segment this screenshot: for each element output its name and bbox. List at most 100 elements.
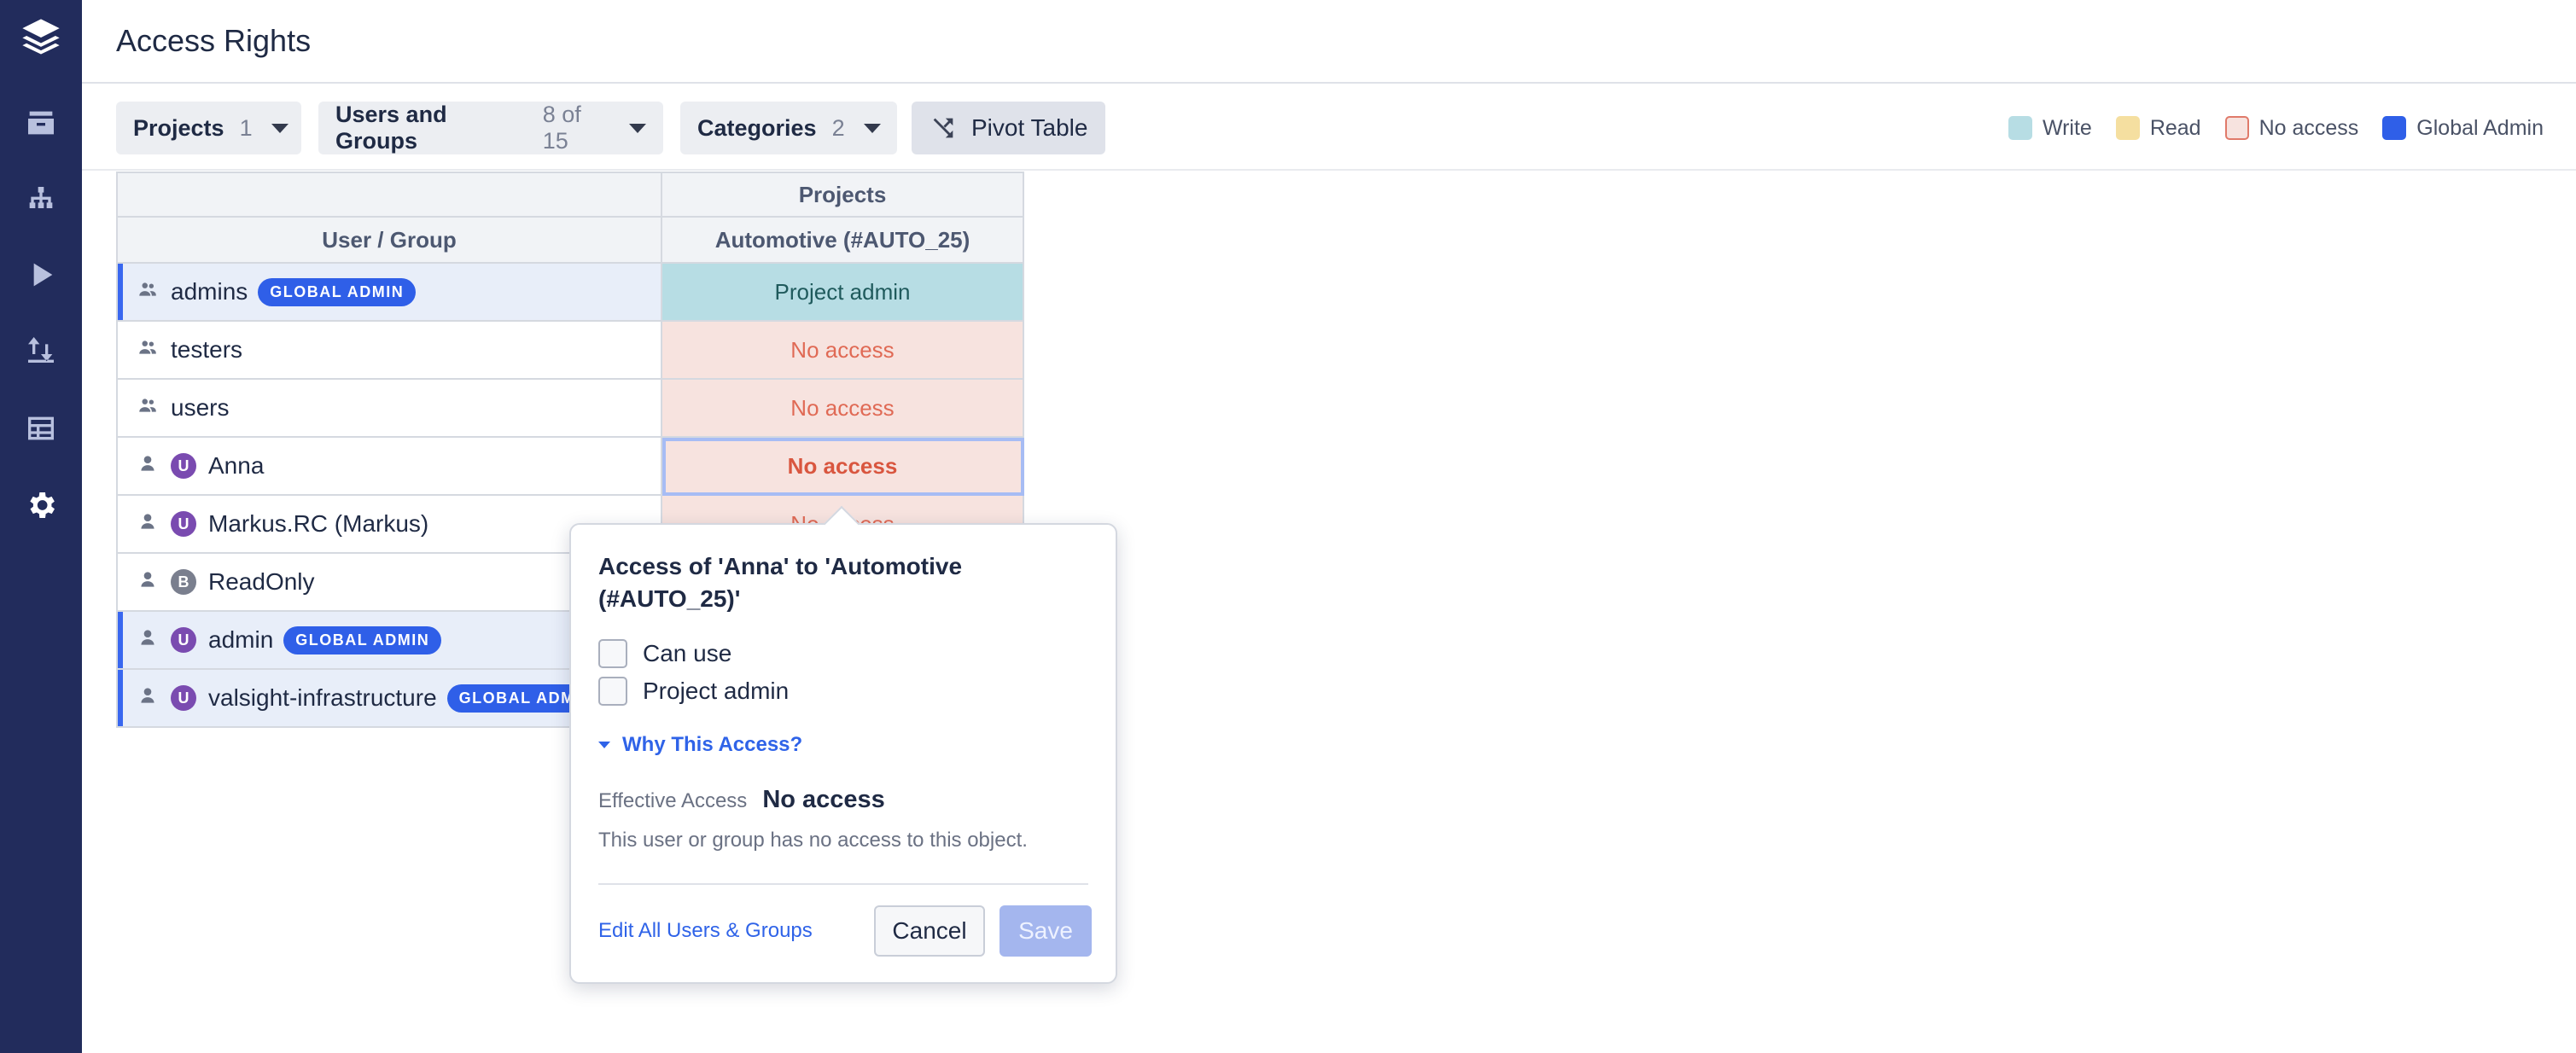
global-admin-badge: GLOBAL ADMIN bbox=[258, 277, 417, 306]
shuffle-icon bbox=[933, 118, 953, 138]
table-header-spacer bbox=[116, 172, 662, 218]
access-cell[interactable]: No access bbox=[662, 322, 1024, 380]
project-admin-checkbox[interactable] bbox=[598, 677, 627, 706]
hierarchy-icon bbox=[29, 187, 53, 208]
sidebar bbox=[0, 0, 82, 1053]
table-group-header: Projects bbox=[662, 172, 1024, 218]
pivot-label: Pivot Table bbox=[971, 114, 1088, 141]
option-can-use[interactable]: Can use bbox=[598, 639, 731, 668]
chevron-down-icon bbox=[629, 123, 646, 133]
pivot-table-button[interactable]: Pivot Table bbox=[912, 102, 1105, 154]
nav-table[interactable] bbox=[0, 391, 82, 466]
app-logo[interactable] bbox=[0, 0, 82, 75]
popover-title: Access of 'Anna' to 'Automotive (#AUTO_2… bbox=[598, 553, 963, 612]
transfer-icon bbox=[28, 337, 54, 363]
why-this-access-toggle[interactable]: Why This Access? bbox=[598, 733, 802, 757]
row-name: Markus.RC (Markus) bbox=[208, 510, 429, 537]
effective-access-value: No access bbox=[762, 786, 885, 813]
user-icon bbox=[137, 510, 159, 538]
table-row[interactable]: U Anna bbox=[116, 438, 662, 496]
effective-access-description: This user or group has no access to this… bbox=[598, 829, 1028, 852]
legend-swatch bbox=[2382, 116, 2407, 140]
table-icon bbox=[28, 416, 54, 440]
legend-item-global-admin: Global Admin bbox=[2382, 116, 2544, 141]
group-icon bbox=[137, 278, 159, 306]
access-cell[interactable]: No access bbox=[662, 380, 1024, 438]
option-label: Project admin bbox=[643, 678, 790, 704]
column-header-project[interactable]: Automotive (#AUTO_25) bbox=[662, 218, 1024, 264]
nav-run[interactable] bbox=[0, 237, 82, 312]
filter-label: Projects bbox=[133, 114, 224, 141]
can-use-checkbox[interactable] bbox=[598, 639, 627, 668]
filter-count: 1 bbox=[239, 114, 253, 141]
user-icon bbox=[137, 626, 159, 654]
access-popover: Access of 'Anna' to 'Automotive (#AUTO_2… bbox=[569, 505, 1117, 984]
layers-logo-icon bbox=[22, 19, 60, 55]
nav-transfer[interactable] bbox=[0, 312, 82, 387]
row-name: Anna bbox=[208, 452, 265, 479]
legend-swatch bbox=[2224, 116, 2249, 140]
access-cell-selected[interactable]: No access bbox=[662, 438, 1024, 496]
legend-item-read: Read bbox=[2115, 115, 2201, 141]
option-project-admin[interactable]: Project admin bbox=[598, 677, 789, 706]
column-header-user-group: User / Group bbox=[116, 218, 662, 264]
avatar: U bbox=[171, 511, 196, 537]
group-icon bbox=[137, 394, 159, 422]
legend-swatch bbox=[2008, 116, 2032, 140]
effective-access: Effective Access No access bbox=[598, 786, 885, 814]
row-name: users bbox=[171, 394, 230, 421]
legend-label: Global Admin bbox=[2416, 115, 2544, 140]
toolbar: Projects 1 Users and Groups 8 of 15 Cate… bbox=[82, 85, 2576, 171]
global-admin-badge: GLOBAL ADMIN bbox=[283, 625, 442, 654]
option-label: Can use bbox=[643, 640, 732, 666]
popover-divider bbox=[598, 883, 1088, 885]
user-icon bbox=[137, 684, 159, 713]
filter-label: Categories bbox=[697, 114, 817, 141]
chevron-down-icon bbox=[271, 123, 288, 133]
filter-count: 8 of 15 bbox=[542, 102, 581, 154]
legend-label: Read bbox=[2149, 115, 2201, 140]
legend-item-no-access: No access bbox=[2224, 115, 2359, 141]
row-name: admins bbox=[171, 278, 248, 305]
table-row[interactable]: admins GLOBAL ADMIN bbox=[116, 264, 662, 322]
why-label: Why This Access? bbox=[622, 733, 803, 756]
table-row[interactable]: users bbox=[116, 380, 662, 438]
filter-label: Users and Groups bbox=[335, 102, 447, 154]
user-icon bbox=[137, 568, 159, 596]
row-name: ReadOnly bbox=[208, 568, 315, 595]
legend-item-write: Write bbox=[2008, 116, 2092, 141]
avatar: B bbox=[171, 569, 196, 595]
page-header: Access Rights bbox=[82, 0, 2576, 84]
legend-label: Write bbox=[2042, 115, 2092, 140]
filter-count: 2 bbox=[831, 114, 845, 141]
legend: Write Read No access Global Admin bbox=[1984, 111, 2544, 145]
avatar: U bbox=[171, 453, 196, 479]
nav-archive[interactable] bbox=[0, 85, 82, 160]
filter-users-and-groups[interactable]: Users and Groups 8 of 15 bbox=[318, 102, 663, 154]
group-icon bbox=[137, 336, 159, 364]
row-name: valsight-infrastructure bbox=[208, 684, 437, 711]
filter-projects[interactable]: Projects 1 bbox=[116, 102, 301, 154]
table-row[interactable]: testers bbox=[116, 322, 662, 380]
play-icon bbox=[33, 263, 53, 287]
page-title: Access Rights bbox=[116, 23, 312, 58]
avatar: U bbox=[171, 627, 196, 653]
gear-icon bbox=[30, 492, 55, 518]
chevron-down-icon bbox=[863, 123, 881, 133]
filter-categories[interactable]: Categories 2 bbox=[680, 102, 897, 154]
cancel-button[interactable]: Cancel bbox=[874, 905, 985, 957]
caret-down-icon bbox=[598, 742, 610, 748]
save-button[interactable]: Save bbox=[1000, 905, 1092, 957]
legend-label: No access bbox=[2258, 115, 2359, 140]
archive-icon bbox=[28, 111, 54, 135]
nav-hierarchy[interactable] bbox=[0, 162, 82, 237]
legend-swatch bbox=[2115, 116, 2140, 140]
avatar: U bbox=[171, 685, 196, 711]
nav-settings[interactable] bbox=[0, 468, 82, 543]
row-name: testers bbox=[171, 336, 243, 363]
edit-all-users-groups-link[interactable]: Edit All Users & Groups bbox=[598, 919, 813, 943]
access-cell[interactable]: Project admin bbox=[662, 264, 1024, 322]
row-name: admin bbox=[208, 626, 274, 653]
user-icon bbox=[137, 452, 159, 480]
effective-access-label: Effective Access bbox=[598, 789, 748, 812]
